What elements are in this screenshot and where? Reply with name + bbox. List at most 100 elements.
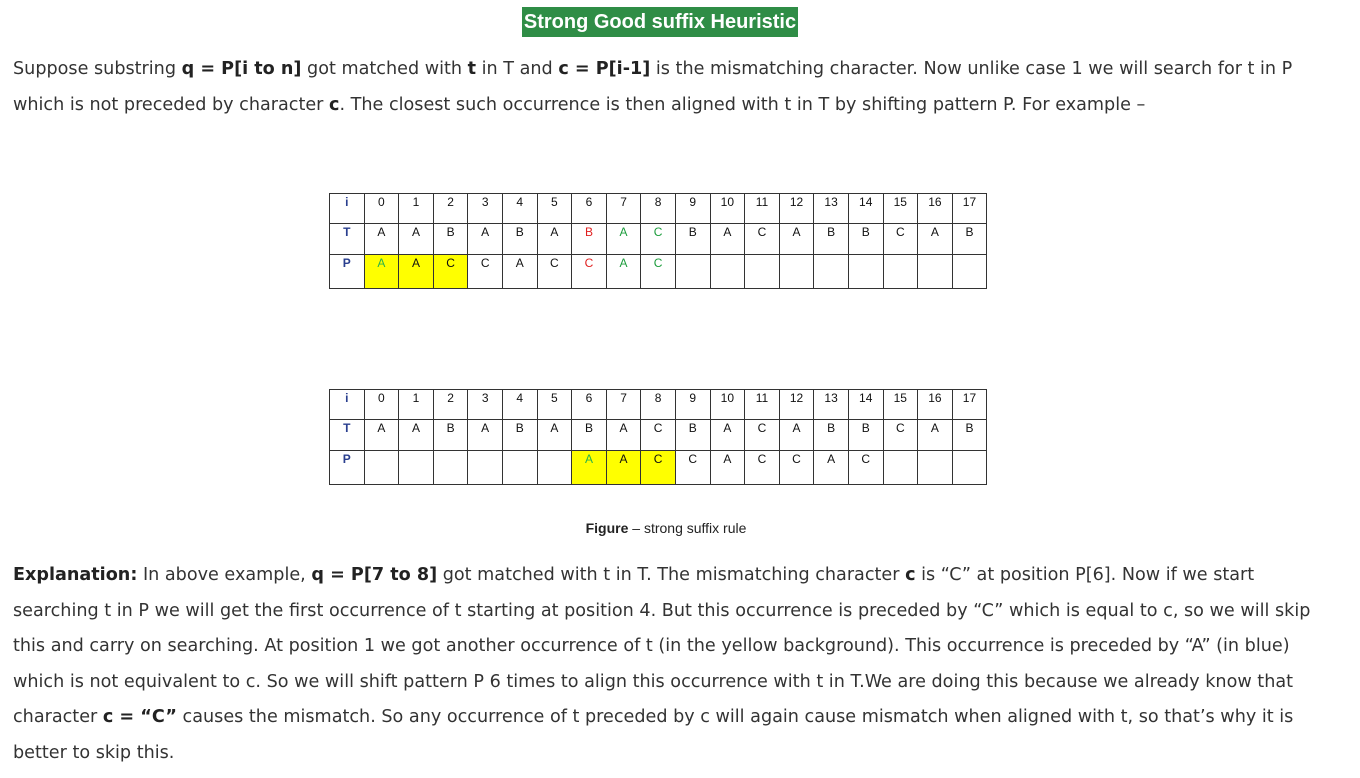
index-cell: 17	[951, 389, 988, 420]
pattern-cell	[536, 450, 573, 485]
row-label-p: P	[329, 254, 365, 289]
text-cell: B	[813, 223, 849, 255]
text-cell: B	[813, 419, 849, 451]
row-label-t: T	[329, 419, 365, 451]
index-cell: 11	[744, 389, 780, 420]
pattern-cell: A	[709, 450, 746, 485]
index-cell: 13	[813, 193, 849, 224]
text-cell: B	[951, 419, 988, 451]
pattern-cell	[432, 450, 469, 485]
explanation-bold-q: q = P[7 to 8]	[311, 565, 438, 585]
pattern-cell-highlighted: A	[398, 254, 434, 289]
text-cell: A	[536, 223, 573, 255]
index-cell: 12	[778, 193, 815, 224]
pattern-cell	[398, 450, 434, 485]
pattern-cell-matched: C	[640, 254, 676, 289]
pattern-cell	[778, 254, 815, 289]
intro-bold-t: t	[467, 59, 477, 79]
heading-wrap: Strong Good suffix Heuristic	[0, 7, 1320, 37]
text-cell: B	[951, 223, 988, 255]
index-cell: 8	[640, 389, 676, 420]
pattern-cell: A	[501, 254, 538, 289]
index-cell: 10	[709, 193, 746, 224]
pattern-cell	[882, 450, 919, 485]
pattern-cell: A	[813, 450, 849, 485]
text-cell: B	[847, 419, 884, 451]
index-cell: 14	[847, 193, 884, 224]
intro-paragraph: Suppose substring q = P[i to n] got matc…	[13, 52, 1313, 123]
text-cell: A	[709, 223, 746, 255]
index-cell: 10	[709, 389, 746, 420]
pattern-cell-highlighted: A	[605, 450, 642, 485]
pattern-cell	[744, 254, 780, 289]
index-cell: 2	[432, 193, 469, 224]
index-cell: 4	[501, 389, 538, 420]
pattern-cell: C	[467, 254, 503, 289]
text-cell: A	[467, 419, 503, 451]
pattern-cell	[917, 450, 953, 485]
index-cell: 0	[363, 389, 400, 420]
text-cell: C	[744, 419, 780, 451]
index-cell: 3	[467, 193, 503, 224]
text-cell-matched: C	[640, 223, 676, 255]
row-label-p: P	[329, 450, 365, 485]
text-cell-matched: A	[605, 223, 642, 255]
pattern-cell: C	[536, 254, 573, 289]
pattern-cell: C	[778, 450, 815, 485]
text-cell: B	[501, 419, 538, 451]
intro-bold-q: q = P[i to n]	[181, 59, 302, 79]
row-label-i: i	[329, 389, 365, 420]
index-cell: 11	[744, 193, 780, 224]
text-cell: C	[744, 223, 780, 255]
index-cell: 17	[951, 193, 988, 224]
text-cell: A	[778, 223, 815, 255]
row-label-i: i	[329, 193, 365, 224]
text-cell: A	[467, 223, 503, 255]
pattern-cell	[501, 450, 538, 485]
explanation-text-1: In above example,	[137, 565, 312, 585]
index-cell: 15	[882, 193, 919, 224]
text-cell: B	[432, 223, 469, 255]
index-cell: 2	[432, 389, 469, 420]
text-row: T A A B A B A B A C B A C A B B C A B	[329, 419, 988, 451]
text-cell: B	[501, 223, 538, 255]
pattern-cell	[709, 254, 746, 289]
index-cell: 16	[917, 193, 953, 224]
pattern-cell	[847, 254, 884, 289]
index-cell: 16	[917, 389, 953, 420]
index-row: i 0 1 2 3 4 5 6 7 8 9 10 11 12 13 14 15 …	[329, 389, 988, 420]
index-cell: 0	[363, 193, 400, 224]
explanation-bold-c-value: c = “C”	[102, 707, 177, 727]
text-cell: B	[432, 419, 469, 451]
pattern-cell	[467, 450, 503, 485]
caption-text: – strong suffix rule	[628, 520, 747, 536]
index-cell: 6	[571, 193, 607, 224]
index-row: i 0 1 2 3 4 5 6 7 8 9 10 11 12 13 14 15 …	[329, 193, 988, 224]
explanation-label: Explanation:	[13, 565, 138, 585]
intro-bold-c: c = P[i-1]	[558, 59, 651, 79]
explanation-text-3: is “C” at position P[6]. Now if we start…	[13, 565, 1311, 727]
text-cell: C	[640, 419, 676, 451]
text-cell: B	[674, 223, 711, 255]
pattern-cell-mismatch: C	[571, 254, 607, 289]
intro-text-3: in T and	[476, 59, 559, 79]
caption-bold: Figure	[585, 520, 629, 536]
explanation-text-2: got matched with t in T. The mismatching…	[437, 565, 906, 585]
index-cell: 4	[501, 193, 538, 224]
text-cell: A	[363, 223, 400, 255]
pattern-cell: C	[847, 450, 884, 485]
index-cell: 3	[467, 389, 503, 420]
pattern-cell-highlighted: C	[640, 450, 676, 485]
index-cell: 7	[605, 193, 642, 224]
index-cell: 9	[674, 389, 711, 420]
index-cell: 1	[398, 193, 434, 224]
index-cell: 9	[674, 193, 711, 224]
index-cell: 13	[813, 389, 849, 420]
text-cell: A	[363, 419, 400, 451]
index-cell: 5	[536, 389, 573, 420]
pattern-row: P A A C C A C C A C	[329, 450, 988, 485]
pattern-cell-preceding: A	[363, 254, 400, 289]
text-cell: C	[882, 223, 919, 255]
explanation-paragraph: Explanation: In above example, q = P[7 t…	[13, 558, 1313, 771]
text-row: T A A B A B A B A C B A C A B B C A B	[329, 223, 988, 255]
